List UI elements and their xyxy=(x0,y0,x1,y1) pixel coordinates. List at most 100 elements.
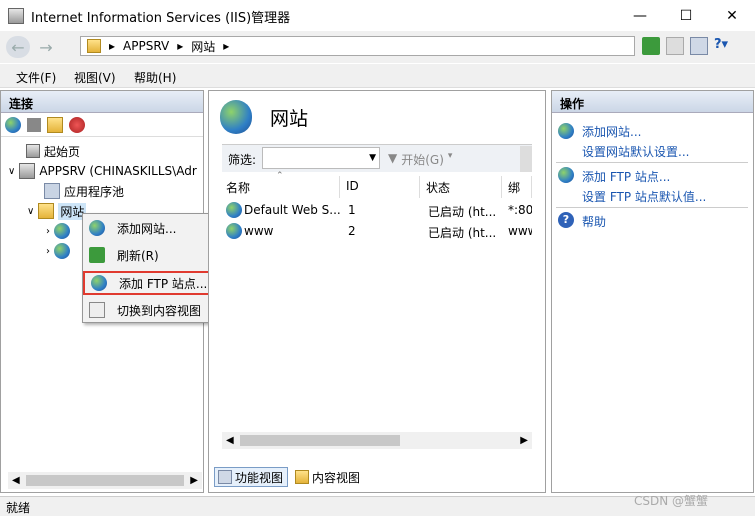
scroll-left-icon[interactable]: ◀ xyxy=(226,435,234,446)
tree-item-server[interactable]: ∨ APPSRV (CHINASKILLS\Adr xyxy=(8,162,202,180)
ctx-label: 刷新(R) xyxy=(117,248,159,263)
breadcrumb-server[interactable]: APPSRV xyxy=(123,39,169,53)
add-ftp-icon xyxy=(91,275,107,291)
watermark: CSDN @蟹蟹 xyxy=(634,494,709,508)
action-add-ftp-site[interactable]: 添加 FTP 站点... xyxy=(582,168,670,185)
window-title: Internet Information Services (IIS)管理器 xyxy=(31,11,291,26)
site-folder-icon xyxy=(87,39,101,53)
chevron-right-icon: ▸ xyxy=(177,39,184,53)
filter-input[interactable]: ▼ xyxy=(262,147,380,169)
tab-features-view[interactable]: 功能视图 xyxy=(214,467,288,487)
forward-arrow-icon: → xyxy=(39,37,53,57)
tab-label: 功能视图 xyxy=(235,470,284,485)
tree-item-start[interactable]: 起始页 xyxy=(26,142,80,160)
tree-item-site-2[interactable]: › xyxy=(46,242,70,260)
refresh-icon[interactable] xyxy=(642,37,660,55)
help-icon[interactable]: ?▾ xyxy=(714,37,744,55)
globe-icon xyxy=(54,243,70,259)
close-button[interactable]: ✕ xyxy=(709,0,755,31)
sort-up-icon: ⌃ xyxy=(276,171,284,181)
chevron-right-icon: ▸ xyxy=(109,39,116,53)
cell-binding: www xyxy=(508,224,532,238)
chevron-down-icon: ▾ xyxy=(447,151,453,161)
cell-status: 已启动 (ht... xyxy=(428,205,497,219)
action-ftp-defaults[interactable]: 设置 FTP 站点默认值... xyxy=(582,188,706,205)
col-id[interactable]: ID xyxy=(342,176,420,198)
features-view-icon xyxy=(218,470,232,484)
actions-header: 操作 xyxy=(552,91,753,113)
cell-id: 2 xyxy=(348,224,356,238)
filter-scroll[interactable] xyxy=(520,146,532,172)
tree-item-site-1[interactable]: › xyxy=(46,222,70,240)
add-ftp-icon xyxy=(558,167,574,183)
server-icon xyxy=(19,163,36,179)
center-hscrollbar[interactable]: ◀ ▶ xyxy=(222,432,532,449)
forward-button[interactable]: → xyxy=(34,36,58,58)
ctx-label: 切换到内容视图 xyxy=(117,303,202,318)
connect-icon[interactable] xyxy=(5,116,21,133)
action-site-defaults[interactable]: 设置网站默认设置... xyxy=(582,143,689,160)
page-title: 网站 xyxy=(270,108,309,130)
menu-file[interactable]: 文件(F) xyxy=(16,69,56,86)
scroll-thumb[interactable] xyxy=(25,475,185,486)
chevron-right-icon: › xyxy=(46,245,50,257)
tab-content-view[interactable]: 内容视图 xyxy=(292,467,366,487)
col-binding[interactable]: 绑定 xyxy=(504,176,532,198)
address-box[interactable]: ▸ APPSRV ▸ 网站 ▸ xyxy=(80,36,635,56)
col-status[interactable]: 状态 xyxy=(422,176,502,198)
scroll-thumb[interactable] xyxy=(239,435,400,446)
ctx-label: 添加 FTP 站点... xyxy=(119,276,208,291)
maximize-button[interactable]: ☐ xyxy=(663,0,709,31)
add-website-icon xyxy=(558,123,574,139)
status-text: 就绪 xyxy=(6,501,31,515)
home-icon[interactable] xyxy=(690,37,708,55)
help-icon: ? xyxy=(558,212,574,228)
table-row[interactable]: Default Web S... 1 已启动 (ht... *:80 xyxy=(222,200,532,220)
add-website-icon xyxy=(89,220,105,236)
disconnect-icon[interactable] xyxy=(69,116,85,133)
chevron-right-icon: ▸ xyxy=(223,39,230,53)
go-label: 开始(G) xyxy=(401,153,444,167)
menu-view[interactable]: 视图(V) xyxy=(74,69,116,86)
iis-app-icon xyxy=(8,8,24,24)
table-row[interactable]: www 2 已启动 (ht... www xyxy=(222,221,532,241)
divider xyxy=(556,207,748,208)
menu-help[interactable]: 帮助(H) xyxy=(134,69,176,86)
minimize-button[interactable]: — xyxy=(617,0,663,31)
tab-label: 内容视图 xyxy=(312,470,361,485)
tree-label: 起始页 xyxy=(44,144,81,159)
action-help[interactable]: 帮助 xyxy=(582,213,606,230)
content-view-icon xyxy=(295,470,309,484)
chevron-down-icon: ∨ xyxy=(27,205,35,217)
back-arrow-icon: ← xyxy=(11,37,25,57)
sites-globe-icon xyxy=(220,100,252,134)
left-hscrollbar[interactable]: ◀ ▶ xyxy=(8,472,202,489)
back-button[interactable]: ← xyxy=(6,36,30,58)
filter-label: 筛选: xyxy=(228,153,257,167)
scroll-right-icon[interactable]: ▶ xyxy=(190,475,198,486)
divider xyxy=(556,162,748,163)
connections-header: 连接 xyxy=(1,91,203,113)
chevron-down-icon: ∨ xyxy=(8,165,16,177)
tree-item-sites[interactable]: ∨ 网站 xyxy=(27,202,87,220)
action-add-website[interactable]: 添加网站... xyxy=(582,123,641,140)
cell-id: 1 xyxy=(348,203,356,217)
cell-binding: *:80 xyxy=(508,203,532,217)
stop-icon[interactable] xyxy=(666,37,684,55)
breadcrumb-sites[interactable]: 网站 xyxy=(191,38,215,55)
scroll-right-icon[interactable]: ▶ xyxy=(520,435,528,446)
tree-label: APPSRV (CHINASKILLS\Adr xyxy=(39,164,197,178)
scroll-left-icon[interactable]: ◀ xyxy=(12,475,20,486)
refresh-icon xyxy=(89,247,105,263)
sites-folder-icon xyxy=(38,203,55,219)
tree-item-apppools[interactable]: 应用程序池 xyxy=(44,182,124,200)
funnel-icon: ▼ xyxy=(388,151,398,165)
cell-name: www xyxy=(244,224,274,238)
connections-toolbar xyxy=(1,113,203,137)
chevron-right-icon: › xyxy=(46,225,50,237)
save-icon[interactable] xyxy=(27,117,41,132)
go-button[interactable]: ▼ 开始(G) ▾ xyxy=(388,151,452,168)
up-folder-icon[interactable] xyxy=(47,116,63,133)
globe-icon xyxy=(226,202,242,218)
start-page-icon xyxy=(26,144,40,158)
